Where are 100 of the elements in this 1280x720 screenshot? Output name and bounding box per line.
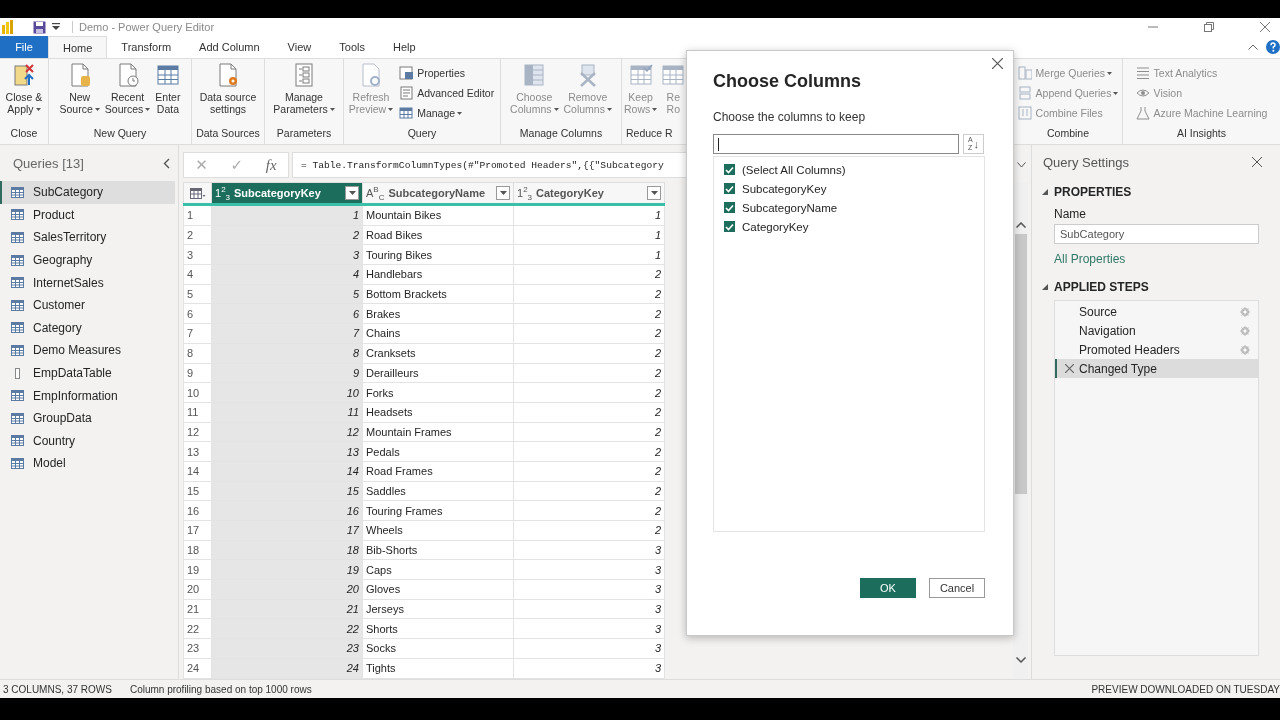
expand-formula-icon bbox=[1016, 162, 1026, 168]
query-item[interactable]: SubCategory bbox=[0, 181, 175, 204]
ribbon-button[interactable]: Manage Parameters bbox=[271, 63, 337, 115]
query-item[interactable]: Category bbox=[0, 316, 175, 340]
table-cell: 2 bbox=[513, 461, 665, 482]
applied-step[interactable]: Source bbox=[1055, 302, 1258, 321]
filter-button[interactable] bbox=[345, 186, 359, 200]
row-number: 14 bbox=[183, 461, 212, 482]
column-header[interactable]: A$^{B}$$_{C}$ SubcategoryName bbox=[362, 182, 514, 205]
query-item[interactable]: Product bbox=[0, 203, 175, 227]
query-item[interactable]: Geography bbox=[0, 248, 175, 272]
table-cell: Bottom Brackets bbox=[362, 284, 514, 304]
name-field[interactable]: SubCategory bbox=[1054, 224, 1259, 244]
row-number: 17 bbox=[183, 520, 212, 541]
table-cell: Chains bbox=[362, 323, 514, 344]
ribbon-tab[interactable]: Transform bbox=[107, 36, 186, 58]
ribbon-button[interactable]: Close & Apply bbox=[3, 63, 45, 115]
table-cell: 1 bbox=[513, 244, 665, 265]
row-number: 9 bbox=[183, 363, 212, 383]
properties-icon bbox=[399, 66, 414, 80]
query-item[interactable]: EmpDataTable bbox=[0, 361, 175, 385]
query-item[interactable]: Customer bbox=[0, 293, 175, 317]
row-number: 21 bbox=[183, 599, 212, 619]
formula-button[interactable]: fx bbox=[265, 156, 277, 174]
formula-field[interactable]: = Table.TransformColumnTypes(#"Promoted Headers",{{"Subcategory bbox=[292, 152, 687, 178]
ribbon-button[interactable]: New Source bbox=[57, 63, 102, 115]
table-icon bbox=[11, 322, 24, 334]
check-icon bbox=[725, 165, 734, 174]
column-header[interactable]: 1$^{2}$$_{3}$ SubcategoryKey bbox=[211, 182, 363, 205]
search-field[interactable] bbox=[713, 134, 959, 154]
columns-icon bbox=[522, 63, 547, 87]
quick-access-icon bbox=[52, 23, 60, 31]
ribbon-button[interactable]: Manage bbox=[396, 103, 498, 123]
applied-step[interactable]: Promoted Headers bbox=[1055, 340, 1258, 359]
row-number: 22 bbox=[183, 618, 212, 639]
cancel-button[interactable]: Cancel bbox=[929, 578, 985, 598]
ribbon-button[interactable]: Data source settings bbox=[197, 63, 259, 115]
query-item[interactable]: Country bbox=[0, 429, 175, 453]
ribbon-group-label: Combine bbox=[1046, 127, 1090, 141]
query-item[interactable]: Model bbox=[0, 452, 175, 475]
row-number: 1 bbox=[183, 204, 212, 226]
scroll-thumb[interactable] bbox=[1014, 234, 1027, 494]
query-item[interactable]: EmpInformation bbox=[0, 384, 175, 407]
restore-icon bbox=[1204, 22, 1214, 32]
combine-icon bbox=[1017, 106, 1032, 120]
status-text: 3 COLUMNS, 37 ROWS bbox=[3, 683, 112, 695]
ribbon-tab[interactable]: View bbox=[273, 36, 326, 58]
row-number: 11 bbox=[183, 402, 212, 423]
query-item[interactable]: InternetSales bbox=[0, 271, 175, 294]
ribbon-button[interactable]: Advanced Editor bbox=[396, 83, 498, 103]
table-cell: Wheels bbox=[362, 520, 514, 541]
table-check-icon bbox=[628, 63, 653, 87]
checkbox[interactable] bbox=[724, 183, 735, 194]
column-header[interactable]: 1$^{2}$$_{3}$ CategoryKey bbox=[513, 182, 665, 205]
query-item[interactable]: SalesTerritory bbox=[0, 226, 175, 249]
table-cell: 3 bbox=[513, 579, 665, 600]
query-item[interactable]: GroupData bbox=[0, 406, 175, 430]
ribbon-tab[interactable]: Add Column bbox=[185, 36, 274, 58]
ribbon-tab[interactable]: Help bbox=[378, 36, 430, 58]
gear-document-icon bbox=[216, 63, 240, 87]
checkbox[interactable] bbox=[724, 164, 735, 175]
check-icon bbox=[725, 184, 734, 193]
lines-icon bbox=[1135, 66, 1150, 80]
checkbox[interactable] bbox=[724, 221, 735, 232]
query-item[interactable]: Demo Measures bbox=[0, 339, 175, 362]
ribbon-group-label: AI Insights bbox=[1176, 127, 1227, 141]
all-properties-link[interactable]: All Properties bbox=[1054, 252, 1262, 266]
table-icon bbox=[11, 254, 24, 266]
row-number: 8 bbox=[183, 343, 212, 363]
ribbon-button[interactable]: Enter Data bbox=[153, 63, 183, 115]
window-title: Demo - Power Query Editor bbox=[72, 21, 215, 33]
row-number: 23 bbox=[183, 638, 212, 659]
document-x-icon bbox=[12, 63, 36, 87]
checkbox[interactable] bbox=[724, 202, 735, 213]
filter-button[interactable] bbox=[496, 186, 510, 200]
applied-step[interactable]: Navigation bbox=[1055, 321, 1258, 340]
filter-button[interactable] bbox=[647, 186, 661, 200]
ribbon-tab[interactable]: Tools bbox=[325, 36, 379, 58]
table-cell: Jerseys bbox=[362, 599, 514, 619]
caret-icon bbox=[348, 191, 356, 195]
table-cell: 3 bbox=[513, 559, 665, 580]
applied-step[interactable]: Changed Type bbox=[1055, 359, 1258, 378]
table-icon bbox=[189, 187, 206, 199]
ribbon-button[interactable]: Recent Sources bbox=[102, 63, 153, 115]
row-number: 4 bbox=[183, 264, 212, 285]
file-menu-tab[interactable]: File bbox=[0, 36, 48, 58]
row-number: 12 bbox=[183, 422, 212, 442]
table-cell: Touring Bikes bbox=[362, 244, 514, 265]
scroll-up-icon bbox=[1015, 222, 1026, 228]
collapse-pane-icon bbox=[163, 157, 170, 169]
ok-button[interactable]: OK bbox=[860, 578, 916, 598]
table-icon bbox=[11, 186, 24, 198]
ribbon-button[interactable]: Properties bbox=[396, 63, 498, 83]
table-icon bbox=[11, 232, 24, 243]
table-cell: 1 bbox=[513, 225, 665, 245]
table-icon bbox=[155, 63, 180, 87]
expanded-icon bbox=[1042, 189, 1048, 195]
eye-icon bbox=[1135, 86, 1150, 100]
table-cell: 2 bbox=[513, 382, 665, 403]
ribbon-tab[interactable]: Home bbox=[48, 36, 108, 58]
